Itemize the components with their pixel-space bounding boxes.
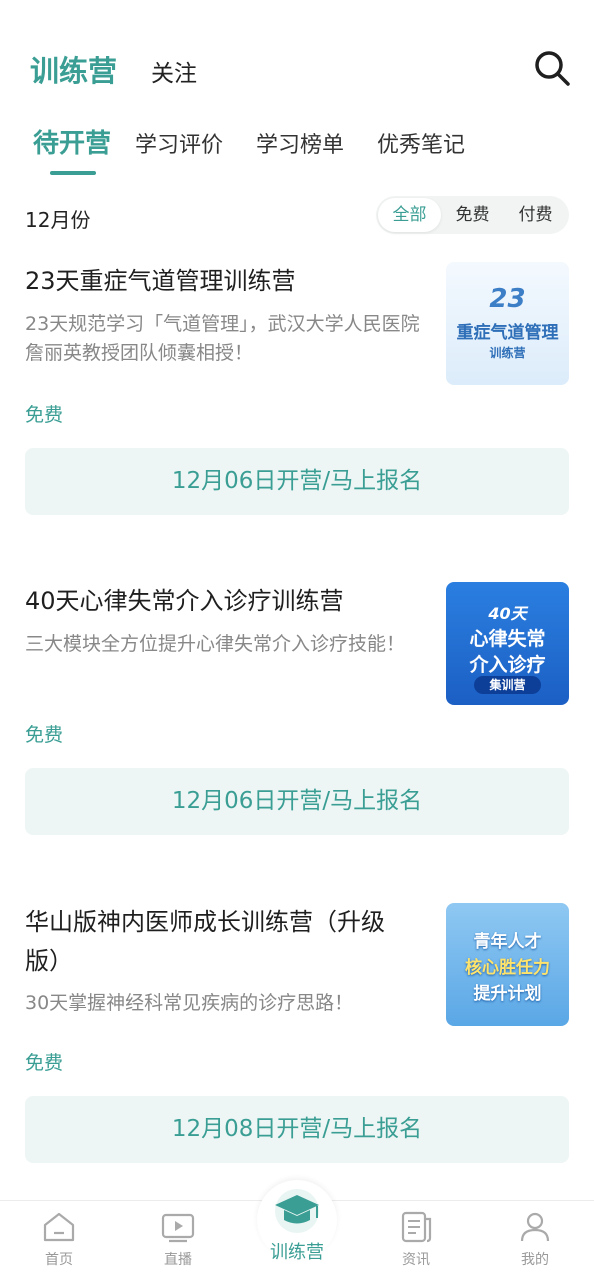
- tabbar-label: 直播: [164, 1252, 192, 1268]
- thumb-headline: 心律失常: [469, 628, 546, 650]
- tab-pending[interactable]: 待开营: [33, 123, 111, 160]
- tabbar-item-news[interactable]: 资讯: [376, 1207, 456, 1269]
- tabbar-label: 我的: [521, 1252, 549, 1268]
- filter-paid[interactable]: 付费: [504, 198, 567, 232]
- tabbar-label: 首页: [45, 1252, 73, 1268]
- camp-desc: 三大模块全方位提升心律失常介入诊疗技能！: [25, 633, 406, 655]
- enroll-button[interactable]: 12月06日开营/马上报名: [25, 768, 569, 835]
- tabbar-label-active: 训练营: [270, 1242, 324, 1263]
- enroll-button[interactable]: 12月06日开营/马上报名: [25, 448, 569, 515]
- thumb-subtitle: 训练营: [489, 346, 526, 360]
- thumb-headline-3: 提升计划: [473, 984, 542, 1004]
- camp-price: 免费: [25, 1052, 64, 1074]
- tab-ranking[interactable]: 学习榜单: [256, 127, 344, 159]
- home-icon: [43, 1212, 75, 1242]
- filter-free[interactable]: 免费: [441, 198, 504, 232]
- tab-notes[interactable]: 优秀笔记: [377, 127, 465, 159]
- tabbar-item-profile[interactable]: 我的: [495, 1207, 575, 1269]
- thumb-headline: 青年人才: [473, 932, 542, 952]
- tabbar-item-live[interactable]: 直播: [138, 1207, 218, 1269]
- search-icon[interactable]: [532, 48, 572, 88]
- thumb-number: 23: [489, 284, 526, 314]
- active-tab-indicator: [50, 171, 96, 175]
- camp-price: 免费: [25, 724, 64, 746]
- filter-all[interactable]: 全部: [378, 198, 441, 232]
- page-title[interactable]: 训练营: [30, 48, 117, 90]
- graduation-cap-icon: [275, 1189, 319, 1233]
- tabbar-label: 资讯: [402, 1252, 430, 1268]
- thumb-headline: 重症气道管理: [456, 323, 559, 343]
- price-filter: 全部 免费 付费: [376, 196, 569, 234]
- thumb-headline-2: 核心胜任力: [465, 958, 550, 978]
- news-icon: [401, 1211, 432, 1243]
- sub-tabs: 待开营 学习评价 学习榜单 优秀笔记: [0, 115, 594, 177]
- camp-thumbnail[interactable]: 青年人才 核心胜任力 提升计划: [446, 903, 569, 1026]
- tabbar-item-home[interactable]: 首页: [19, 1207, 99, 1269]
- camp-title: 华山版神内医师成长训练营（升级版）: [25, 908, 385, 975]
- profile-icon: [520, 1212, 550, 1242]
- thumb-headline-2: 介入诊疗: [469, 654, 546, 676]
- camp-thumbnail[interactable]: 40天 心律失常 介入诊疗 集训营: [446, 582, 569, 705]
- follow-tab[interactable]: 关注: [151, 54, 197, 88]
- month-label: 12月份: [25, 208, 91, 232]
- camp-title: 23天重症气道管理训练营: [25, 267, 296, 295]
- camp-price: 免费: [25, 404, 64, 426]
- tab-evaluation[interactable]: 学习评价: [135, 127, 223, 159]
- thumb-number: 40天: [488, 604, 527, 623]
- top-nav: 训练营 关注: [0, 0, 594, 110]
- enroll-button[interactable]: 12月08日开营/马上报名: [25, 1096, 569, 1163]
- thumb-badge: 集训营: [474, 676, 541, 694]
- camp-thumbnail[interactable]: 23 重症气道管理 训练营: [446, 262, 569, 385]
- camp-desc: 30天掌握神经科常见疾病的诊疗思路！: [25, 992, 354, 1014]
- live-icon: [161, 1213, 195, 1243]
- camp-title: 40天心律失常介入诊疗训练营: [25, 587, 344, 615]
- camp-desc: 23天规范学习「气道管理」，武汉大学人民医院詹丽英教授团队倾囊相授！: [25, 313, 420, 364]
- month-filter-row: 12月份 全部 免费 付费: [0, 196, 594, 236]
